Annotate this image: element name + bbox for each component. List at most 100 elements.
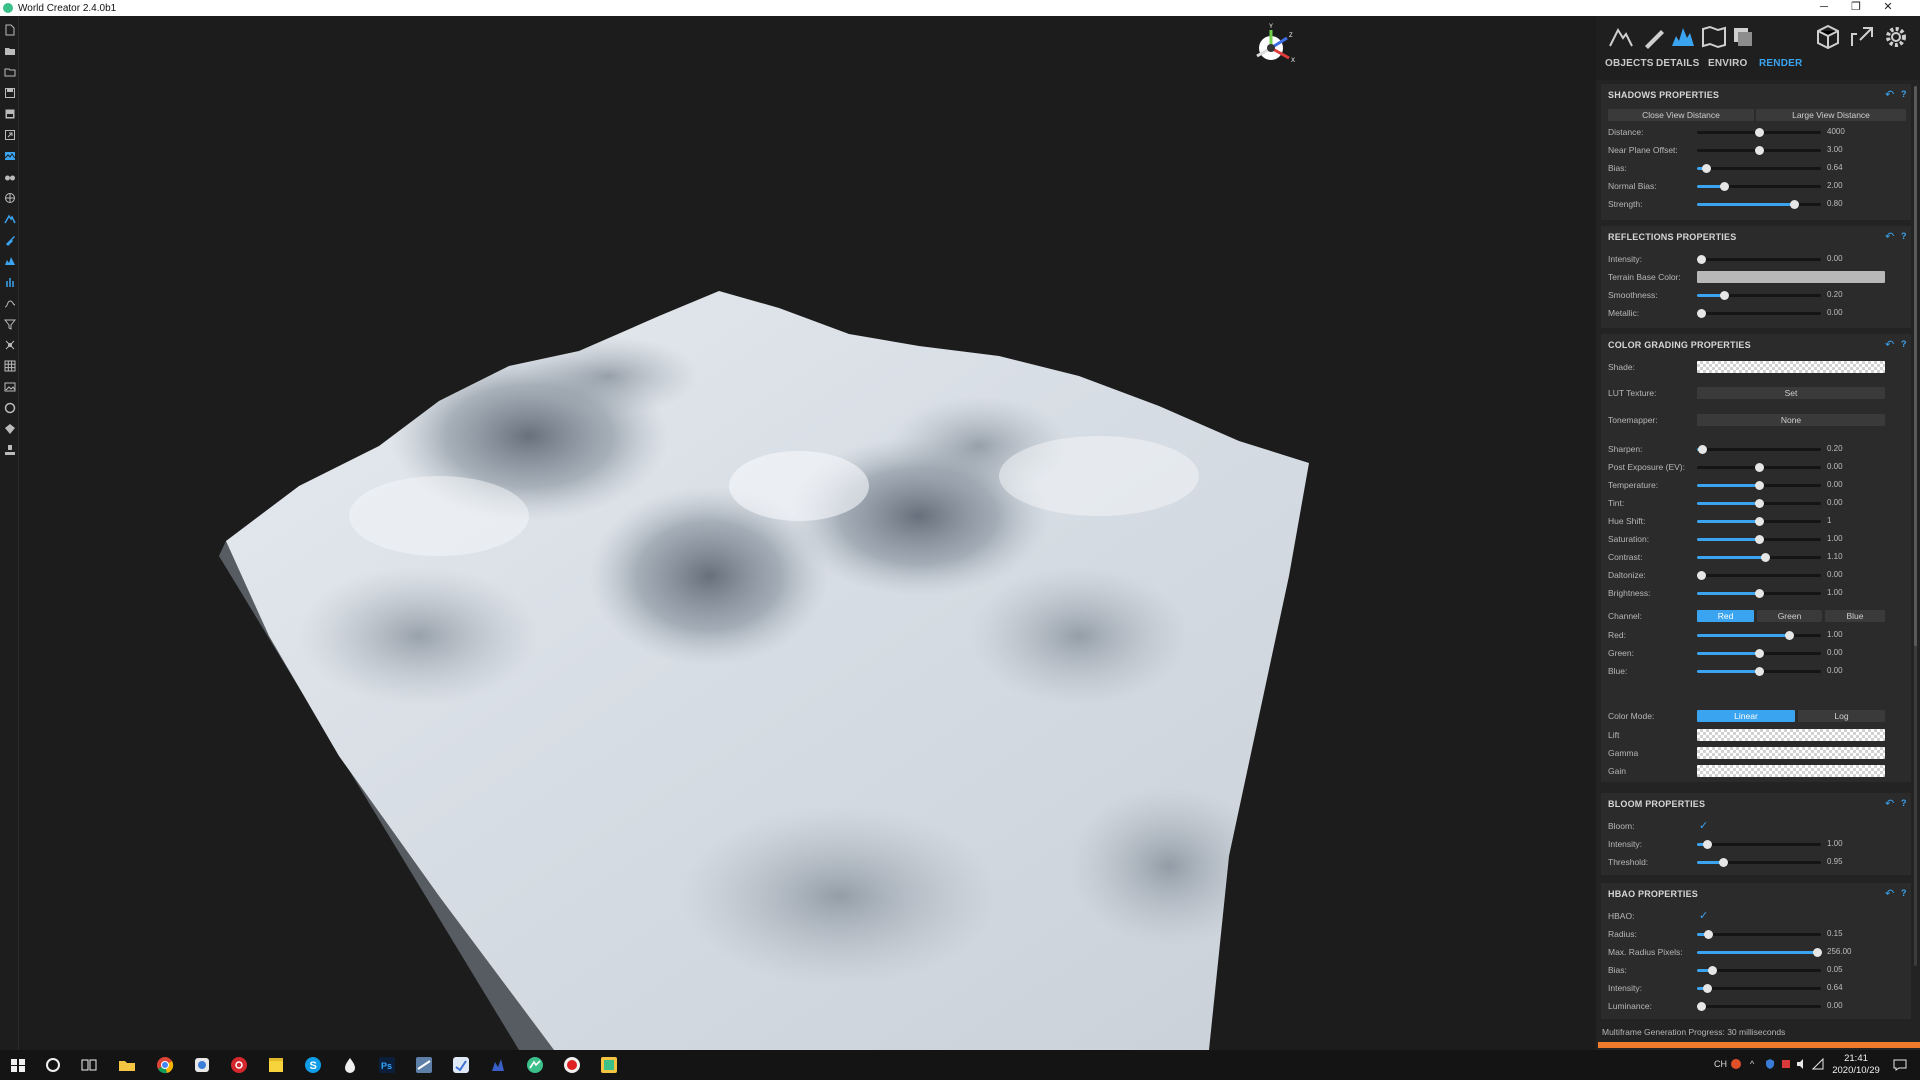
slider-track[interactable]	[1697, 146, 1821, 155]
system-clock[interactable]: 21:41 2020/10/29	[1826, 1053, 1886, 1077]
binoculars-icon[interactable]	[4, 171, 16, 183]
save-icon[interactable]	[4, 87, 16, 99]
slider-value[interactable]: 0.64	[1827, 983, 1843, 992]
river-icon[interactable]	[4, 297, 16, 309]
notification-icon[interactable]	[1893, 1059, 1907, 1071]
slider-value[interactable]: 0.00	[1827, 648, 1843, 657]
new-file-icon[interactable]	[4, 24, 16, 36]
reset-icon[interactable]: ↶	[1885, 338, 1894, 351]
slider-value[interactable]: 0.80	[1827, 199, 1843, 208]
properties-scroll-area[interactable]: SHADOWS PROPERTIES ↶ ? Close View Distan…	[1596, 80, 1920, 1024]
slider-value[interactable]: 1.00	[1827, 534, 1843, 543]
slider-knob[interactable]	[1789, 200, 1799, 209]
slider-value[interactable]: 0.00	[1827, 480, 1843, 489]
slider-value[interactable]: 0.00	[1827, 570, 1843, 579]
slider-track[interactable]	[1697, 517, 1821, 526]
share-icon[interactable]	[1849, 24, 1875, 50]
reset-icon[interactable]: ↶	[1885, 797, 1894, 810]
sculpt-icon[interactable]	[4, 213, 16, 225]
slider-value[interactable]: 0.00	[1827, 1001, 1843, 1010]
slider-knob[interactable]	[1755, 535, 1764, 544]
gamma-swatch[interactable]	[1697, 747, 1885, 759]
axis-gizmo-icon[interactable]: Y X Z	[1247, 22, 1299, 74]
terrain-base-color-swatch[interactable]	[1697, 271, 1885, 283]
slider-track[interactable]	[1696, 571, 1821, 580]
slider-knob[interactable]	[1702, 984, 1712, 993]
brush-icon[interactable]	[1641, 24, 1667, 50]
world-creator-icon[interactable]	[525, 1055, 545, 1075]
slider-knob[interactable]	[1784, 631, 1794, 640]
steam-icon[interactable]	[414, 1055, 434, 1075]
panel-scrollbar[interactable]	[1914, 86, 1917, 966]
slider-knob[interactable]	[1701, 164, 1711, 173]
minimize-button[interactable]: ─	[1808, 0, 1840, 16]
slider-knob[interactable]	[1696, 255, 1706, 264]
app-icon-4[interactable]	[599, 1055, 619, 1075]
windows-start-icon[interactable]	[8, 1055, 28, 1075]
filter-icon[interactable]	[4, 318, 16, 330]
slider-knob[interactable]	[1720, 182, 1730, 191]
lift-swatch[interactable]	[1697, 729, 1885, 741]
slider-track[interactable]	[1697, 667, 1821, 676]
slider-track[interactable]	[1697, 930, 1821, 939]
slider-track[interactable]	[1697, 499, 1821, 508]
ink-drop-icon[interactable]	[340, 1055, 360, 1075]
slider-track[interactable]	[1697, 858, 1821, 867]
slider-track[interactable]	[1697, 840, 1821, 849]
help-icon[interactable]: ?	[1901, 231, 1907, 241]
restore-button[interactable]: ❐	[1840, 0, 1872, 16]
slider-value[interactable]: 0.00	[1827, 308, 1843, 317]
slider-track[interactable]	[1697, 649, 1821, 658]
tray-app-icon[interactable]	[1730, 1058, 1742, 1070]
slider-knob[interactable]	[1755, 517, 1764, 526]
file-explorer-icon[interactable]	[117, 1055, 137, 1075]
slider-track[interactable]	[1697, 481, 1821, 490]
close-button[interactable]: ✕	[1872, 0, 1904, 16]
tab-enviro[interactable]: ENVIRO	[1708, 58, 1748, 69]
task-view-icon[interactable]	[79, 1055, 99, 1075]
lut-set-button[interactable]: Set	[1697, 387, 1885, 399]
slider-track[interactable]	[1697, 463, 1821, 472]
help-icon[interactable]: ?	[1901, 888, 1907, 898]
slider-track[interactable]	[1697, 535, 1821, 544]
reset-icon[interactable]: ↶	[1885, 887, 1894, 900]
slider-knob[interactable]	[1755, 649, 1764, 658]
slider-knob[interactable]	[1720, 291, 1730, 300]
slider-knob[interactable]	[1813, 948, 1823, 957]
slider-value[interactable]: 0.00	[1827, 666, 1843, 675]
slider-knob[interactable]	[1755, 146, 1764, 155]
slider-value[interactable]: 1.00	[1827, 630, 1843, 639]
bloom-checkbox[interactable]: ✓	[1699, 819, 1708, 832]
settings-icon[interactable]	[1883, 24, 1909, 50]
slider-knob[interactable]	[1761, 553, 1771, 562]
slider-knob[interactable]	[1755, 128, 1764, 137]
slider-track[interactable]	[1697, 966, 1821, 975]
color-mode-linear-button[interactable]: Linear	[1697, 710, 1795, 722]
slider-value[interactable]: 0.95	[1827, 857, 1843, 866]
map-icon[interactable]	[1701, 24, 1727, 50]
tab-objects[interactable]: OBJECTS	[1605, 58, 1654, 69]
paint-brush-icon[interactable]	[4, 234, 16, 246]
open-project-icon[interactable]	[4, 66, 16, 78]
slider-knob[interactable]	[1755, 463, 1764, 472]
stamp-icon[interactable]	[4, 444, 16, 456]
slider-knob[interactable]	[1755, 667, 1764, 676]
slider-knob[interactable]	[1719, 858, 1729, 867]
globe-icon[interactable]	[4, 192, 16, 204]
slider-knob[interactable]	[1755, 499, 1764, 508]
transform-icon[interactable]	[4, 339, 16, 351]
slider-knob[interactable]	[1696, 1002, 1706, 1011]
slider-track[interactable]	[1697, 631, 1821, 640]
sticky-notes-icon[interactable]	[266, 1055, 286, 1075]
close-view-distance-button[interactable]: Close View Distance	[1608, 109, 1754, 121]
slider-value[interactable]: 3.00	[1827, 145, 1843, 154]
slider-track[interactable]	[1697, 164, 1821, 173]
slider-value[interactable]: 0.00	[1827, 498, 1843, 507]
slider-track[interactable]	[1696, 255, 1821, 264]
slider-knob[interactable]	[1755, 589, 1764, 598]
help-icon[interactable]: ?	[1901, 798, 1907, 808]
slider-knob[interactable]	[1697, 445, 1707, 454]
slider-track[interactable]	[1696, 309, 1821, 318]
tonemapper-dropdown[interactable]: None	[1697, 414, 1885, 426]
photoshop-icon[interactable]: Ps	[377, 1055, 397, 1075]
